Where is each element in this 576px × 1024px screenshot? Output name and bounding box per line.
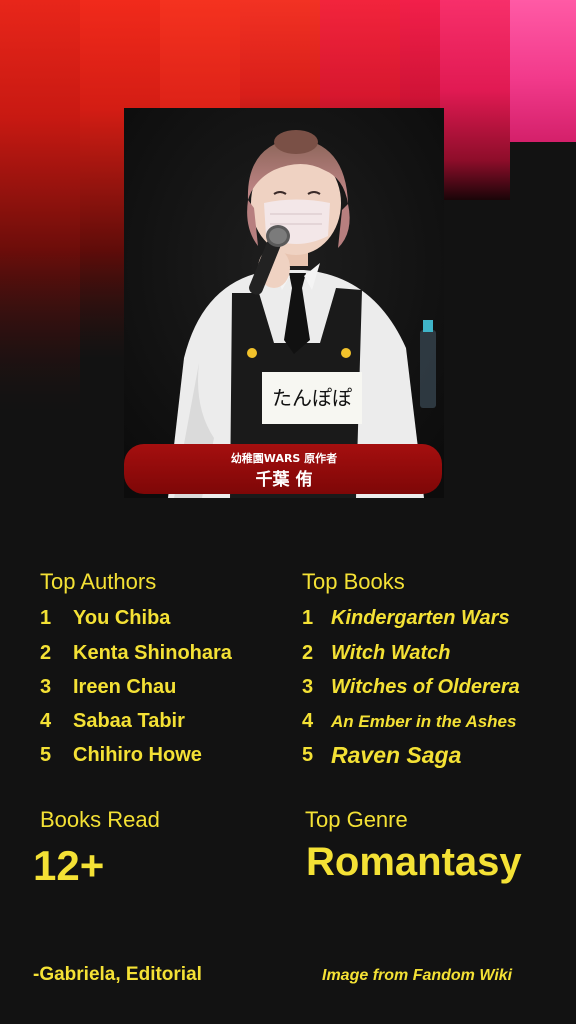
rank-number: 1	[40, 607, 52, 629]
reading-wrap-card: たんぽぽ 幼稚園WARS 原作者 千葉 侑 Top Authors 1 You …	[0, 0, 576, 1024]
image-credit: Image from Fandom Wiki	[322, 967, 513, 984]
top-authors-list: 1 You Chiba 2 Kenta Shinohara 3 Ireen Ch…	[40, 607, 280, 777]
book-title: An Ember in the Ashes	[331, 712, 517, 731]
author-name: Sabaa Tabir	[73, 710, 185, 732]
books-read-value: 12+	[33, 842, 105, 889]
top-books-heading: Top Books	[302, 569, 405, 594]
rank-number: 4	[40, 710, 52, 732]
gradient-stripe	[440, 0, 510, 200]
book-title: Witches of Olderera	[331, 676, 520, 698]
author-photo: たんぽぽ 幼稚園WARS 原作者 千葉 侑	[124, 108, 444, 498]
top-books-list: 1 Kindergarten Wars 2 Witch Watch 3 Witc…	[302, 607, 570, 777]
photo-caption-subtitle: 幼稚園WARS 原作者	[231, 451, 337, 465]
author-name: Ireen Chau	[73, 676, 177, 698]
author-name: Kenta Shinohara	[73, 642, 232, 664]
apron-name-tag: たんぽぽ	[272, 386, 352, 410]
top-genre-heading: Top Genre	[305, 807, 408, 832]
top-genre-value: Romantasy	[306, 840, 522, 884]
author-photo-illustration: たんぽぽ 幼稚園WARS 原作者 千葉 侑	[124, 108, 444, 498]
gradient-stripe	[510, 0, 576, 142]
author-name: Chihiro Howe	[73, 744, 202, 766]
rank-number: 1	[302, 607, 314, 629]
top-authors-heading: Top Authors	[40, 569, 157, 594]
book-title: Witch Watch	[331, 642, 451, 664]
rank-number: 2	[302, 642, 314, 664]
book-title: Kindergarten Wars	[331, 607, 510, 629]
photo-caption-name: 千葉 侑	[256, 469, 313, 490]
books-read-heading: Books Read	[40, 807, 160, 832]
rank-number: 4	[302, 710, 314, 732]
rank-number: 5	[302, 744, 314, 766]
rank-number: 3	[40, 676, 52, 698]
rank-number: 2	[40, 642, 52, 664]
editorial-attribution: -Gabriela, Editorial	[33, 964, 202, 985]
rank-number: 3	[302, 676, 314, 698]
book-title: Raven Saga	[331, 742, 462, 768]
author-name: You Chiba	[73, 607, 171, 629]
rank-number: 5	[40, 744, 52, 766]
